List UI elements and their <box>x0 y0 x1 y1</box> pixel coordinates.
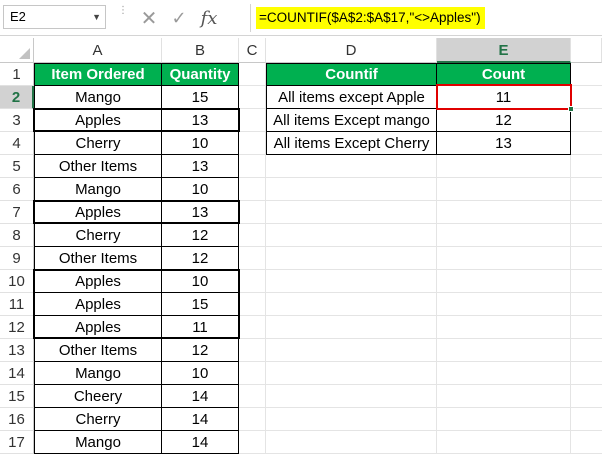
column-header-c[interactable]: C <box>239 38 266 63</box>
formula-input[interactable]: =COUNTIF($A$2:$A$17,"<>Apples") <box>256 7 485 29</box>
table-cell-quantity[interactable]: 13 <box>162 201 239 224</box>
chevron-down-icon[interactable]: ▼ <box>92 6 101 28</box>
table-cell-item[interactable]: Apples <box>34 293 162 316</box>
table-header-quantity[interactable]: Quantity <box>162 63 239 86</box>
table-cell-quantity[interactable]: 15 <box>162 86 239 109</box>
table-cell-item[interactable]: Mango <box>34 362 162 385</box>
table-cell-item[interactable]: Cheery <box>34 385 162 408</box>
table-cell-quantity[interactable]: 12 <box>162 224 239 247</box>
name-box[interactable]: E2 ▼ <box>3 5 106 29</box>
column-header-filler <box>571 38 602 63</box>
insert-function-icon[interactable]: fx <box>194 2 224 34</box>
drag-handle-icon[interactable]: ⋮ <box>118 6 128 26</box>
row-header-15[interactable]: 15 <box>0 385 34 408</box>
table-cell-item[interactable]: Other Items <box>34 339 162 362</box>
table-cell-quantity[interactable]: 10 <box>162 178 239 201</box>
table-cell-item[interactable]: Apples <box>34 109 162 132</box>
countif-label-cell[interactable]: All items Except Cherry <box>266 132 437 155</box>
table-cell-quantity[interactable]: 10 <box>162 132 239 155</box>
table-cell-item[interactable]: Cherry <box>34 408 162 431</box>
row-header-3[interactable]: 3 <box>0 109 34 132</box>
formula-bar-divider <box>250 4 251 32</box>
countif-result-cell[interactable]: 11 <box>437 86 571 109</box>
table-cell-quantity[interactable]: 10 <box>162 270 239 293</box>
name-box-value: E2 <box>10 9 26 24</box>
row-header-7[interactable]: 7 <box>0 201 34 224</box>
table-header-count[interactable]: Count <box>437 63 571 86</box>
table-cell-quantity[interactable]: 11 <box>162 316 239 339</box>
row-header-13[interactable]: 13 <box>0 339 34 362</box>
table-cell-item[interactable]: Mango <box>34 431 162 454</box>
row-header-16[interactable]: 16 <box>0 408 34 431</box>
table-cell-quantity[interactable]: 14 <box>162 431 239 454</box>
row-header-5[interactable]: 5 <box>0 155 34 178</box>
table-cell-item[interactable]: Cherry <box>34 132 162 155</box>
countif-label-cell[interactable]: All items Except mango <box>266 109 437 132</box>
column-header-a[interactable]: A <box>34 38 162 63</box>
table-cell-item[interactable]: Apples <box>34 270 162 293</box>
column-header-e[interactable]: E <box>437 38 571 63</box>
countif-result-cell[interactable]: 12 <box>437 109 571 132</box>
row-header-14[interactable]: 14 <box>0 362 34 385</box>
table-cell-quantity[interactable]: 10 <box>162 362 239 385</box>
countif-result-cell[interactable]: 13 <box>437 132 571 155</box>
row-header-4[interactable]: 4 <box>0 132 34 155</box>
column-header-d[interactable]: D <box>266 38 437 63</box>
table-cell-item[interactable]: Other Items <box>34 247 162 270</box>
row-header-11[interactable]: 11 <box>0 293 34 316</box>
table-cell-quantity[interactable]: 12 <box>162 247 239 270</box>
row-header-8[interactable]: 8 <box>0 224 34 247</box>
table-cell-item[interactable]: Apples <box>34 316 162 339</box>
cancel-icon[interactable]: ✕ <box>134 2 164 34</box>
table-cell-item[interactable]: Other Items <box>34 155 162 178</box>
table-header-countif[interactable]: Countif <box>266 63 437 86</box>
countif-label-cell[interactable]: All items except Apple <box>266 86 437 109</box>
row-header-2[interactable]: 2 <box>0 86 34 109</box>
table-cell-quantity[interactable]: 13 <box>162 109 239 132</box>
row-header-1[interactable]: 1 <box>0 63 34 86</box>
row-header-6[interactable]: 6 <box>0 178 34 201</box>
table-cell-item[interactable]: Cherry <box>34 224 162 247</box>
table-cell-item[interactable]: Mango <box>34 178 162 201</box>
fill-handle[interactable] <box>568 106 574 112</box>
enter-icon[interactable]: ✓ <box>164 2 194 34</box>
table-cell-quantity[interactable]: 15 <box>162 293 239 316</box>
row-header-9[interactable]: 9 <box>0 247 34 270</box>
row-header-12[interactable]: 12 <box>0 316 34 339</box>
table-cell-item[interactable]: Apples <box>34 201 162 224</box>
column-header-b[interactable]: B <box>162 38 239 63</box>
table-cell-quantity[interactable]: 13 <box>162 155 239 178</box>
table-header-item-ordered[interactable]: Item Ordered <box>34 63 162 86</box>
row-header-17[interactable]: 17 <box>0 431 34 454</box>
table-cell-quantity[interactable]: 14 <box>162 408 239 431</box>
table-cell-quantity[interactable]: 12 <box>162 339 239 362</box>
table-cell-quantity[interactable]: 14 <box>162 385 239 408</box>
select-all-button[interactable] <box>0 38 34 63</box>
table-cell-item[interactable]: Mango <box>34 86 162 109</box>
formula-bar: E2 ▼ ⋮ ✕ ✓ fx =COUNTIF($A$2:$A$17,"<>App… <box>0 0 602 36</box>
row-header-10[interactable]: 10 <box>0 270 34 293</box>
